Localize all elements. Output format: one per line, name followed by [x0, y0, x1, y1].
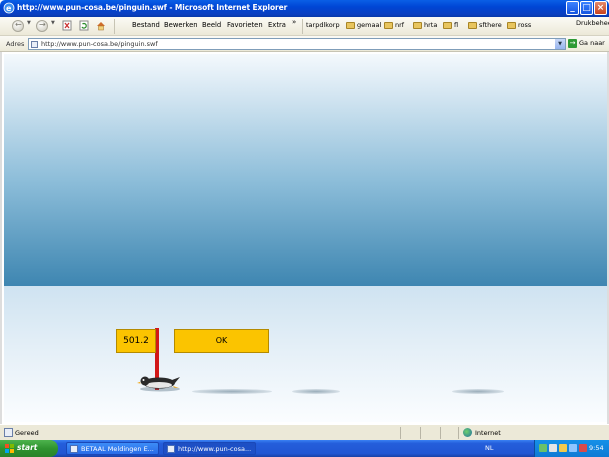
- status-bar: Gereed Internet: [0, 424, 609, 440]
- taskbar-item-email[interactable]: BETAAL Meldingen E...: [66, 442, 159, 455]
- menu-beeld[interactable]: Beeld: [202, 21, 221, 29]
- folder-icon: [413, 22, 422, 29]
- link-gemaal[interactable]: gemaal: [357, 21, 381, 29]
- stop-icon[interactable]: [62, 20, 72, 31]
- windows-flag-icon: [5, 444, 14, 453]
- penguin-track-shadow: [452, 389, 504, 394]
- address-box[interactable]: ▼: [28, 38, 566, 50]
- folder-icon: [507, 22, 516, 29]
- browser-window-icon: [167, 445, 175, 453]
- clock: 9:54: [589, 444, 604, 452]
- internet-explorer-icon: e: [3, 2, 15, 14]
- go-button[interactable]: → Ga naar: [567, 38, 609, 50]
- folder-icon: [346, 22, 355, 29]
- tray-alert-icon[interactable]: [579, 444, 587, 452]
- taskbar-item-browser[interactable]: http://www.pun-cosa...: [163, 442, 256, 455]
- start-label: start: [17, 443, 38, 452]
- ok-button[interactable]: OK: [174, 329, 269, 353]
- back-arrow-icon: ←: [15, 20, 22, 29]
- folder-icon: [443, 22, 452, 29]
- folder-icon: [384, 22, 393, 29]
- sky-background: [4, 54, 607, 286]
- print-manager-label[interactable]: Drukbeheer: [576, 19, 609, 27]
- penguin-icon: [137, 376, 180, 392]
- refresh-icon[interactable]: [79, 20, 89, 31]
- address-input[interactable]: [41, 39, 551, 49]
- link-sfthere[interactable]: sfthere: [479, 21, 502, 29]
- tray-network-icon[interactable]: [539, 444, 547, 452]
- language-indicator[interactable]: NL: [485, 444, 493, 452]
- internet-zone-icon: [463, 428, 472, 437]
- close-button[interactable]: ×: [594, 1, 607, 15]
- title-bar: e http://www.pun-cosa.be/pinguin.swf - M…: [0, 0, 609, 17]
- menu-overflow-chevron[interactable]: »: [292, 18, 296, 26]
- taskbar-item-label: BETAAL Meldingen E...: [81, 445, 154, 453]
- menu-bewerken[interactable]: Bewerken: [164, 21, 198, 29]
- start-button[interactable]: start: [0, 440, 58, 457]
- toolbar-separator: [302, 19, 303, 34]
- flash-content[interactable]: 501.2 OK: [0, 52, 609, 424]
- go-label: Ga naar: [579, 39, 605, 47]
- taskbar: start BETAAL Meldingen E... http://www.p…: [0, 440, 609, 457]
- link-tarpdlkorp[interactable]: tarpdlkorp: [306, 21, 340, 29]
- forward-button[interactable]: →: [36, 20, 48, 32]
- tray-security-icon[interactable]: [559, 444, 567, 452]
- status-text: Gereed: [15, 429, 39, 437]
- page-status-icon: [4, 428, 13, 437]
- status-separator: [400, 427, 401, 439]
- address-dropdown-icon[interactable]: ▼: [555, 39, 565, 49]
- link-fl[interactable]: fl: [454, 21, 458, 29]
- svg-text:e: e: [6, 4, 12, 13]
- forward-arrow-icon: →: [39, 20, 46, 29]
- status-separator: [440, 427, 441, 439]
- address-label: Adres: [6, 40, 25, 48]
- taskbar-item-label: http://www.pun-cosa...: [178, 445, 252, 453]
- link-ross[interactable]: ross: [518, 21, 531, 29]
- back-dropdown-icon[interactable]: ▼: [27, 20, 31, 26]
- go-arrow-icon: →: [568, 39, 577, 48]
- link-nrf[interactable]: nrf: [395, 21, 404, 29]
- penguin-track-shadow: [292, 389, 340, 394]
- menu-extra[interactable]: Extra: [268, 21, 286, 29]
- tray-volume-icon[interactable]: [569, 444, 577, 452]
- address-bar: Adres ▼ → Ga naar: [0, 36, 609, 52]
- toolbar: ← ▼ → ▼ Bestand Bewerken Beeld Favoriete…: [0, 17, 609, 36]
- window-title: http://www.pun-cosa.be/pinguin.swf - Mic…: [17, 3, 288, 12]
- tray-app-icon[interactable]: [549, 444, 557, 452]
- toolbar-separator: [114, 19, 115, 34]
- status-separator: [420, 427, 421, 439]
- back-button[interactable]: ←: [12, 20, 24, 32]
- menu-bestand[interactable]: Bestand: [132, 21, 160, 29]
- snow-ground: [4, 286, 607, 422]
- folder-icon: [468, 22, 477, 29]
- maximize-button[interactable]: □: [580, 1, 593, 15]
- distance-sign: 501.2: [116, 329, 156, 353]
- forward-dropdown-icon[interactable]: ▼: [51, 20, 55, 26]
- home-icon[interactable]: [96, 20, 106, 31]
- penguin-track-shadow: [192, 389, 272, 394]
- security-zone-label: Internet: [475, 429, 501, 437]
- menu-favorieten[interactable]: Favorieten: [227, 21, 263, 29]
- link-hrta[interactable]: hrta: [424, 21, 437, 29]
- page-icon: [31, 41, 38, 48]
- minimize-button[interactable]: _: [566, 1, 579, 15]
- email-window-icon: [70, 445, 78, 453]
- status-separator: [458, 427, 459, 439]
